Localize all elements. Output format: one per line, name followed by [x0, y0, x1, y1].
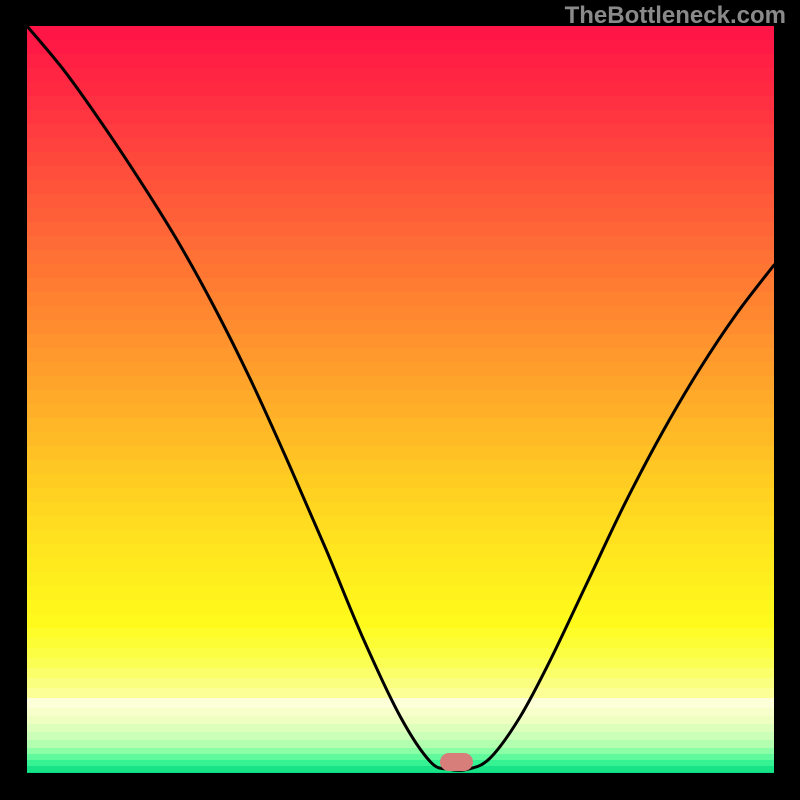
- optimum-marker: [440, 753, 473, 771]
- chart-frame: TheBottleneck.com: [0, 0, 800, 800]
- plot-area: [27, 26, 774, 773]
- bottleneck-curve: [27, 26, 774, 773]
